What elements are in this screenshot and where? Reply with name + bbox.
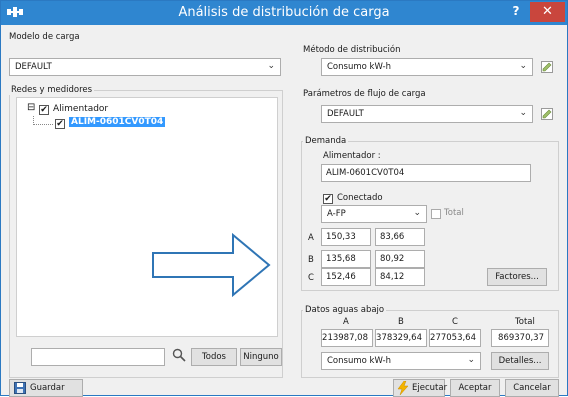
- chevron-down-icon: ⌄: [267, 61, 275, 71]
- phase-a-value1[interactable]: 150,33: [321, 228, 371, 246]
- cancelar-button[interactable]: Cancelar: [505, 379, 559, 397]
- arrow-right-icon: [152, 233, 271, 297]
- phase-a-label: A: [308, 233, 314, 243]
- flow-params-select[interactable]: DEFAULT ⌄: [321, 105, 533, 123]
- guardar-button[interactable]: Guardar: [9, 379, 83, 397]
- feeder-field: ALIM-0601CV0T04: [321, 164, 531, 182]
- downstream-c-text: 277053,64: [430, 333, 476, 343]
- connected-checkbox[interactable]: ✔: [323, 194, 333, 204]
- detalles-button[interactable]: Detalles...: [491, 352, 549, 370]
- tree-expander-icon[interactable]: ⊟: [27, 102, 35, 113]
- tree-connector: [33, 116, 53, 125]
- total-label: Total: [444, 208, 464, 218]
- title-bar: Análisis de distribución de carga ? ✕: [1, 1, 567, 25]
- load-model-select[interactable]: DEFAULT ⌄: [9, 58, 281, 76]
- search-icon[interactable]: [172, 348, 186, 362]
- downstream-header-c: C: [452, 317, 458, 327]
- demand-label: Demanda: [303, 136, 349, 146]
- connected-label: Conectado: [337, 193, 383, 203]
- ejecutar-button[interactable]: Ejecutar: [393, 379, 448, 397]
- downstream-unit-value: Consumo kW-h: [327, 356, 391, 366]
- ninguno-button[interactable]: Ninguno: [240, 348, 282, 366]
- dialog-window: Análisis de distribución de carga ? ✕ Mo…: [0, 0, 568, 397]
- distribution-method-label: Método de distribución: [303, 45, 401, 55]
- networks-tree: ⊟ ✔ Alimentador ✔ ALIM-0601CV0T04: [16, 97, 278, 337]
- lightning-icon: [397, 381, 409, 395]
- phase-a-v1-text: 150,33: [326, 232, 356, 242]
- search-input[interactable]: [31, 348, 165, 366]
- unit-select[interactable]: A-FP ⌄: [321, 205, 427, 223]
- downstream-a-text: 213987,08: [322, 333, 368, 343]
- total-checkbox[interactable]: [431, 209, 441, 219]
- phase-b-value2[interactable]: 80,92: [375, 250, 425, 268]
- downstream-b-text: 378329,64: [376, 333, 422, 343]
- downstream-value-a: 213987,08: [321, 329, 373, 347]
- factores-button[interactable]: Factores...: [487, 268, 547, 286]
- ejecutar-label: Ejecutar: [412, 383, 448, 393]
- tree-child-label: ALIM-0601CV0T04: [69, 117, 166, 127]
- chevron-down-icon: ⌄: [519, 61, 527, 71]
- downstream-value-b: 378329,64: [375, 329, 427, 347]
- phase-c-v1-text: 152,46: [326, 272, 356, 282]
- downstream-total-text: 869370,37: [498, 333, 544, 343]
- todos-button[interactable]: Todos: [191, 348, 237, 366]
- flow-params-value: DEFAULT: [327, 109, 364, 119]
- tree-child-checkbox[interactable]: ✔: [55, 119, 65, 129]
- chevron-down-icon: ⌄: [467, 355, 475, 365]
- edit-icon[interactable]: [541, 108, 553, 120]
- edit-icon[interactable]: [541, 61, 553, 73]
- aceptar-button[interactable]: Aceptar: [450, 379, 500, 397]
- help-button[interactable]: ?: [509, 4, 523, 18]
- phase-c-v2-text: 84,12: [380, 272, 405, 282]
- phase-c-label: C: [308, 273, 314, 283]
- feeder-label: Alimentador :: [323, 151, 381, 161]
- distribution-method-value: Consumo kW-h: [327, 62, 391, 72]
- downstream-header-a: A: [343, 317, 349, 327]
- downstream-unit-select[interactable]: Consumo kW-h ⌄: [321, 352, 481, 370]
- chevron-down-icon: ⌄: [519, 108, 527, 118]
- downstream-header-total: Total: [515, 317, 535, 327]
- downstream-value-c: 277053,64: [429, 329, 481, 347]
- networks-label: Redes y medidores: [9, 85, 95, 95]
- load-model-value: DEFAULT: [15, 62, 52, 72]
- downstream-value-total: 869370,37: [491, 329, 549, 347]
- phase-a-v2-text: 83,66: [380, 232, 405, 242]
- guardar-label: Guardar: [30, 383, 65, 393]
- save-icon: [14, 382, 26, 394]
- distribution-method-select[interactable]: Consumo kW-h ⌄: [321, 58, 533, 76]
- close-button[interactable]: ✕: [530, 2, 565, 22]
- unit-value: A-FP: [327, 209, 346, 219]
- phase-a-value2[interactable]: 83,66: [375, 228, 425, 246]
- phase-b-value1[interactable]: 135,68: [321, 250, 371, 268]
- phase-b-v1-text: 135,68: [326, 254, 356, 264]
- downstream-header-b: B: [398, 317, 404, 327]
- downstream-label: Datos aguas abajo: [303, 305, 387, 315]
- phase-b-label: B: [308, 255, 314, 265]
- feeder-value: ALIM-0601CV0T04: [326, 168, 405, 178]
- chevron-down-icon: ⌄: [413, 208, 421, 218]
- tree-root-label: Alimentador: [53, 104, 109, 114]
- phase-b-v2-text: 80,92: [380, 254, 405, 264]
- flow-params-label: Parámetros de flujo de carga: [303, 89, 426, 99]
- load-model-label: Modelo de carga: [9, 32, 80, 42]
- tree-root-checkbox[interactable]: ✔: [39, 105, 49, 115]
- phase-c-value1[interactable]: 152,46: [321, 268, 371, 286]
- window-title: Análisis de distribución de carga: [178, 5, 390, 20]
- phase-c-value2[interactable]: 84,12: [375, 268, 425, 286]
